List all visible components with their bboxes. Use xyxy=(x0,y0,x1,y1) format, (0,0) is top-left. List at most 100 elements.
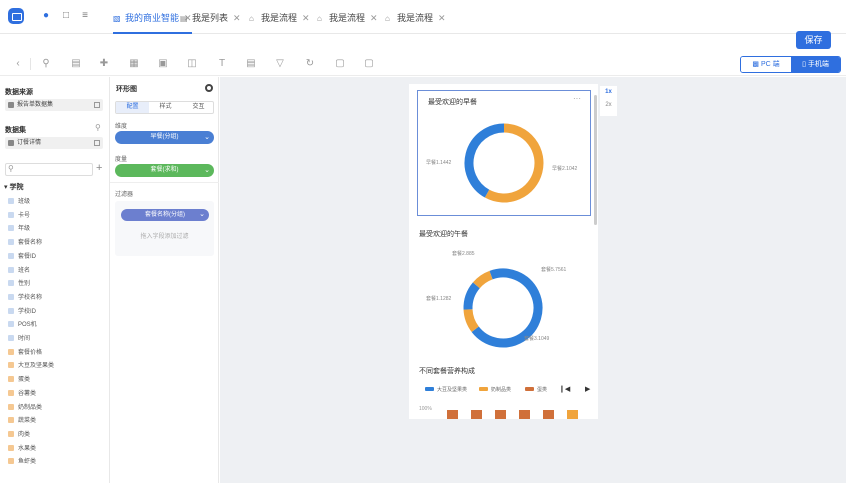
dimension-label: 维度 xyxy=(115,124,128,130)
zoom-2x[interactable]: 2x xyxy=(600,102,617,108)
field-item[interactable]: 年级 xyxy=(8,223,30,235)
filter-icon[interactable]: ▽ xyxy=(274,58,286,70)
mobile-preview: 最受欢迎的早餐 ··· 早餐1.1442 早餐2.1042 最受欢迎的午餐 套餐… xyxy=(409,84,598,419)
monitor-icon: ▩ xyxy=(752,61,761,68)
list-icon[interactable]: ▤ xyxy=(245,58,257,70)
field-item[interactable]: 班级 xyxy=(8,196,30,208)
donut-slice-套餐2[interactable] xyxy=(472,270,493,289)
field-item[interactable]: 大豆及坚果类 xyxy=(8,360,54,372)
chevron-down-icon[interactable]: ⌄ xyxy=(199,209,205,221)
field-item[interactable]: 蛋类 xyxy=(8,374,30,386)
chart-icon: ▧ xyxy=(113,14,121,23)
filter-drop-zone[interactable]: 套餐名称(分组) ⌄ 拖入字段添加过滤 xyxy=(115,201,214,256)
chevron-down-icon[interactable]: ⌄ xyxy=(204,131,210,144)
field-item[interactable]: 蔬菜类 xyxy=(8,415,36,427)
dimension-field-pill[interactable]: 早餐(分组) ⌄ xyxy=(115,131,214,144)
close-icon[interactable]: ✕ xyxy=(438,10,446,26)
layout-icon[interactable]: ◫ xyxy=(186,58,198,70)
mobile-mode-button[interactable]: ▯ 手机端 xyxy=(791,57,840,72)
search-chart-icon[interactable]: ⚲ xyxy=(40,58,52,70)
tab-config[interactable]: 配置 xyxy=(116,102,149,113)
dataset-selector[interactable]: 订餐详情 xyxy=(5,137,103,149)
bell-icon[interactable]: ● xyxy=(40,10,52,22)
divider xyxy=(110,182,219,183)
dimension-field-icon xyxy=(8,293,14,300)
table-chart-icon[interactable]: ▤ xyxy=(70,58,82,70)
measure-field-icon xyxy=(8,362,14,369)
donut-chart-lunch xyxy=(463,268,543,348)
zoom-1x[interactable]: 1x xyxy=(600,89,617,95)
chart-card-breakfast[interactable]: 最受欢迎的早餐 ··· 早餐1.1442 早餐2.1042 xyxy=(417,90,591,216)
add-field-icon[interactable]: + xyxy=(96,162,102,174)
donut-slice-套餐3[interactable] xyxy=(463,309,479,333)
tab-list[interactable]: ▤ 我是列表 ✕ xyxy=(180,10,241,26)
chart-legend: 大豆及坚果类 奶制品类 蛋类 ❙◀ ▶ xyxy=(425,386,595,396)
field-item[interactable]: 学校ID xyxy=(8,306,36,318)
field-search-input[interactable]: ⚲ xyxy=(5,163,93,176)
measure-field-icon xyxy=(8,458,14,465)
tab-interaction[interactable]: 交互 xyxy=(182,102,215,113)
field-item[interactable]: 性别 xyxy=(8,278,30,290)
field-item[interactable]: 奶制品类 xyxy=(8,402,42,414)
field-item[interactable]: 肉类 xyxy=(8,429,30,441)
tab-style[interactable]: 样式 xyxy=(149,102,182,113)
folder-icon[interactable]: □ xyxy=(60,10,72,22)
legend-item[interactable]: 大豆及坚果类 xyxy=(425,386,467,394)
pc-mode-button[interactable]: ▩ PC 端 xyxy=(741,57,791,72)
copy-icon[interactable] xyxy=(94,102,100,108)
measure-field-pill[interactable]: 套餐(求和) ⌄ xyxy=(115,164,214,177)
data-label: 套餐5.7561 xyxy=(541,267,567,273)
close-icon[interactable]: ✕ xyxy=(233,10,241,26)
search-icon[interactable]: ⚲ xyxy=(95,123,101,132)
back-icon[interactable]: ‹ xyxy=(12,58,24,70)
save-button[interactable]: 保存 xyxy=(796,31,831,49)
donut-chart-icon[interactable] xyxy=(205,84,213,92)
data-label: 套餐2.885 xyxy=(452,251,475,257)
filter-field-pill[interactable]: 套餐名称(分组) ⌄ xyxy=(121,209,209,221)
chevron-down-icon[interactable]: ⌄ xyxy=(204,164,210,177)
tab-flow-3[interactable]: ⌂ 我是流程 ✕ xyxy=(385,10,446,26)
dimension-field-icon xyxy=(8,252,14,259)
crop-icon[interactable]: ✚ xyxy=(98,58,110,70)
legend-prev-icon[interactable]: ❙◀ xyxy=(559,386,570,394)
measure-field-icon xyxy=(8,389,14,396)
donut-slice-早餐2[interactable] xyxy=(464,123,505,198)
field-item[interactable]: 鱼虾类 xyxy=(8,456,36,468)
donut-slice-套餐1[interactable] xyxy=(463,282,480,310)
field-item[interactable]: 学校名称 xyxy=(8,292,42,304)
image-icon[interactable]: ▣ xyxy=(157,58,169,70)
copy-icon[interactable] xyxy=(94,140,100,146)
refresh-icon[interactable]: ↻ xyxy=(304,58,316,70)
measure-field-icon xyxy=(8,430,14,437)
field-item[interactable]: POS机 xyxy=(8,319,37,331)
legend-item[interactable]: 奶制品类 xyxy=(479,386,511,394)
field-group-title[interactable]: ▾ 学院 xyxy=(4,182,23,192)
text-icon[interactable]: T xyxy=(216,58,228,70)
close-icon[interactable]: ✕ xyxy=(302,10,310,26)
legend-next-icon[interactable]: ▶ xyxy=(585,386,590,394)
field-item[interactable]: 水果类 xyxy=(8,443,36,455)
field-item[interactable]: 套餐名称 xyxy=(8,237,42,249)
preview-scrollbar[interactable] xyxy=(594,95,597,225)
field-item[interactable]: 卡号 xyxy=(8,210,30,222)
field-item[interactable]: 谷薯类 xyxy=(8,388,36,400)
grid-icon[interactable]: ▦ xyxy=(128,58,140,70)
chart-card-lunch[interactable]: 最受欢迎的午餐 套餐2.885 套餐5.7561 套餐1.1282 套餐3.10… xyxy=(409,224,598,364)
measure-label: 度量 xyxy=(115,157,128,163)
close-icon[interactable]: ✕ xyxy=(370,10,378,26)
filter-hint: 拖入字段添加过滤 xyxy=(140,234,189,240)
expand-icon[interactable]: ▢ xyxy=(334,58,346,70)
field-item[interactable]: 套餐价格 xyxy=(8,347,42,359)
tab-flow-2[interactable]: ⌂ 我是流程 ✕ xyxy=(317,10,378,26)
field-item[interactable]: 班名 xyxy=(8,265,30,277)
tab-flow-1[interactable]: ⌂ 我是流程 ✕ xyxy=(249,10,310,26)
legend-item[interactable]: 蛋类 xyxy=(525,386,547,394)
field-item[interactable]: 时间 xyxy=(8,333,30,345)
field-item[interactable]: 套餐ID xyxy=(8,251,36,263)
data-label: 早餐2.1042 xyxy=(552,166,578,172)
donut-slice-早餐1[interactable] xyxy=(484,123,544,203)
data-source-selector[interactable]: 报告单数据集 xyxy=(5,99,103,111)
app-logo[interactable] xyxy=(8,8,24,24)
export-icon[interactable]: ▢ xyxy=(363,58,375,70)
menu-icon[interactable]: ≡ xyxy=(79,10,91,22)
